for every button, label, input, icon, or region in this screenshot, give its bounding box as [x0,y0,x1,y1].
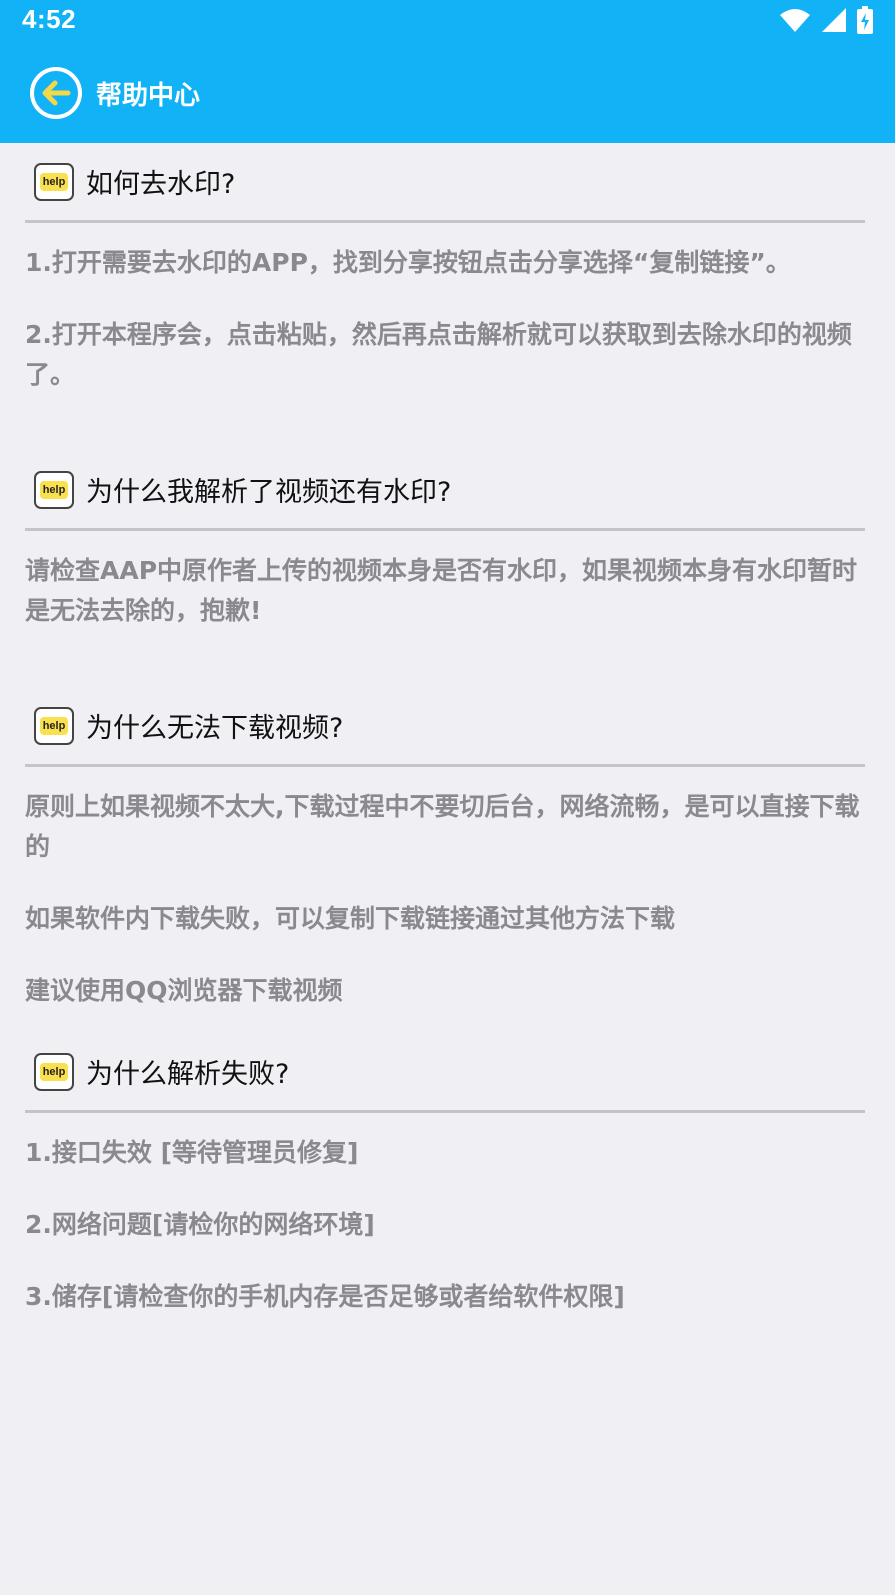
section-header: help 为什么我解析了视频还有水印? [25,451,865,531]
wifi-icon [780,9,810,32]
section-paragraph: 2.网络问题[请检你的网络环境] [25,1210,375,1239]
help-icon: help [34,706,74,745]
help-icon: help [34,1052,74,1091]
section-header: help 如何去水印? [25,143,865,223]
section-title: 为什么我解析了视频还有水印? [86,477,452,508]
help-section: help 为什么我解析了视频还有水印? 请检查AAP中原作者上传的视频本身是否有… [25,451,865,687]
section-paragraph: 原则上如果视频不太大,下载过程中不要切后台，网络流畅，是可以直接下载的 [25,792,860,861]
section-paragraph: 请检查AAP中原作者上传的视频本身是否有水印，如果视频本身有水印暂时是无法去除的… [25,556,858,625]
help-section: help 为什么无法下载视频? 原则上如果视频不太大,下载过程中不要切后台，网络… [25,687,865,1033]
help-content: help 如何去水印? 1.打开需要去水印的APP，找到分享按钮点击分享选择“复… [25,143,865,1317]
section-paragraph: 1.打开需要去水印的APP，找到分享按钮点击分享选择“复制链接”。 [25,248,791,277]
help-section: help 为什么解析失败? 1.接口失效 [等待管理员修复] 2.网络问题[请检… [25,1033,865,1317]
section-paragraph: 2.打开本程序会，点击粘贴，然后再点击解析就可以获取到去除水印的视频了。 [25,320,852,389]
back-arrow-icon [30,67,82,119]
app-bar: 帮助中心 [0,40,895,143]
section-title: 如何去水印? [86,169,236,200]
battery-icon [857,6,873,34]
back-button[interactable] [28,65,84,121]
page-title: 帮助中心 [96,81,201,111]
help-section: help 如何去水印? 1.打开需要去水印的APP，找到分享按钮点击分享选择“复… [25,143,865,451]
status-time: 4:52 [22,4,77,34]
signal-icon [822,8,846,32]
help-icon: help [34,470,74,509]
section-paragraph: 如果软件内下载失败，可以复制下载链接通过其他方法下载 [25,904,676,933]
section-paragraph: 建议使用QQ浏览器下载视频 [25,976,343,1005]
status-bar: 4:52 [0,0,895,40]
section-paragraph: 3.储存[请检查你的手机内存是否足够或者给软件权限] [25,1282,625,1311]
section-header: help 为什么解析失败? [25,1033,865,1113]
section-title: 为什么解析失败? [86,1059,290,1090]
help-icon: help [34,162,74,201]
section-title: 为什么无法下载视频? [86,713,344,744]
status-icons [779,6,873,34]
section-paragraph: 1.接口失效 [等待管理员修复] [25,1138,359,1167]
section-header: help 为什么无法下载视频? [25,687,865,767]
